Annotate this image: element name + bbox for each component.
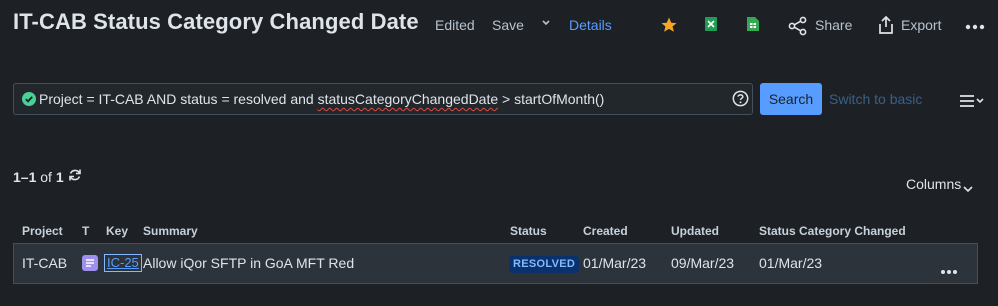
check-circle-icon [22,92,36,111]
cell-summary[interactable]: Allow iQor SFTP in GoA MFT Red [143,255,354,271]
search-button[interactable]: Search [760,83,822,115]
more-icon[interactable] [940,262,958,280]
share-icon[interactable] [788,16,808,41]
more-icon[interactable] [965,18,985,36]
menu-icon[interactable] [960,94,984,112]
column-header-created[interactable]: Created [583,224,628,238]
column-header-key[interactable]: Key [106,224,128,238]
refresh-icon[interactable] [68,168,82,187]
column-header-updated[interactable]: Updated [671,224,719,238]
story-type-icon [82,255,98,271]
export-button[interactable]: Export [901,17,941,33]
cell-updated: 09/Mar/23 [671,255,735,271]
jql-search-input[interactable]: Project = IT-CAB AND status = resolved a… [13,83,753,115]
save-button[interactable]: Save [492,17,524,33]
column-header-project[interactable]: Project [22,224,63,238]
jql-query-field: statusCategoryChangedDate [317,91,499,107]
results-total: 1 [55,169,64,185]
details-link[interactable]: Details [569,17,612,33]
google-sheets-icon[interactable] [746,16,760,37]
jql-query-suffix: > startOfMonth() [498,91,605,107]
results-range: 1–1 [13,169,37,185]
column-header-status-category-changed[interactable]: Status Category Changed [759,224,906,238]
issue-key-link[interactable]: IC-25 [104,254,142,272]
cell-status-category-changed: 01/Mar/23 [759,255,823,271]
edited-label: Edited [435,17,475,33]
jql-query-text: Project = IT-CAB AND status = resolved a… [39,91,604,107]
jql-query-prefix: Project = IT-CAB AND status = resolved a… [39,91,318,107]
excel-icon[interactable] [704,16,718,37]
cell-created: 01/Mar/23 [583,255,647,271]
column-header-summary[interactable]: Summary [143,224,198,238]
cell-project: IT-CAB [22,255,68,271]
chevron-down-icon[interactable] [540,16,552,30]
share-button[interactable]: Share [815,17,852,33]
star-icon[interactable] [660,16,678,39]
results-count: 1–1 of 1 [13,169,64,185]
switch-to-basic-link[interactable]: Switch to basic [829,91,922,107]
chevron-down-icon[interactable] [963,180,973,198]
column-header-status[interactable]: Status [510,224,547,238]
column-header-type[interactable]: T [82,224,89,238]
export-icon[interactable] [877,15,895,40]
help-icon[interactable] [732,90,749,112]
columns-button[interactable]: Columns [906,176,961,192]
results-of: of [40,169,52,185]
status-badge: RESOLVED [509,256,580,273]
page-title: IT-CAB Status Category Changed Date [13,9,419,34]
